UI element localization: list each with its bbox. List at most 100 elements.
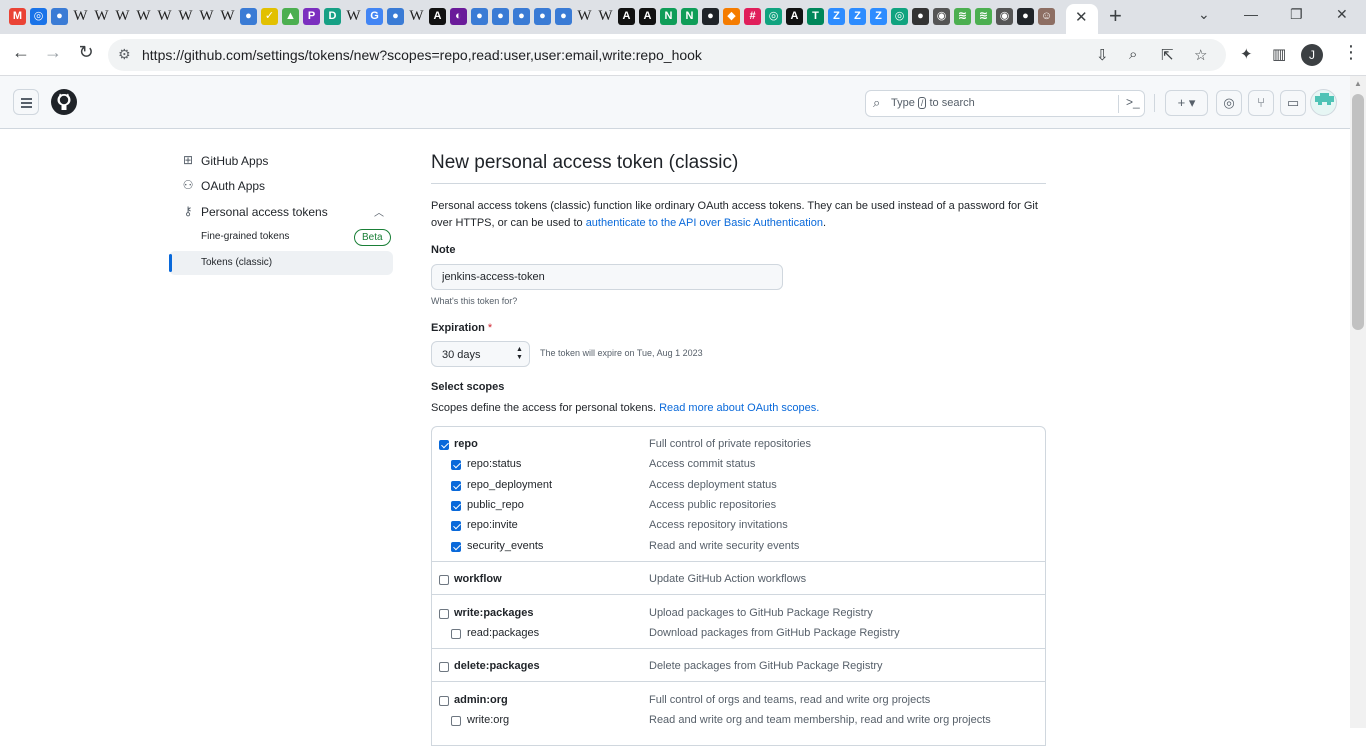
search-input[interactable]: ⌕ Type / to search >_ [865, 90, 1145, 117]
app-tab-icon[interactable]: ● [492, 8, 509, 25]
note-input[interactable] [431, 264, 783, 290]
google-tab-icon[interactable]: G [366, 8, 383, 25]
install-app-icon[interactable]: ⇩ [1096, 46, 1109, 64]
app-tab-icon[interactable]: A [618, 8, 635, 25]
app-tab-icon[interactable]: ◐ [450, 8, 467, 25]
scope-name[interactable]: security_events [467, 540, 543, 552]
scope-name[interactable]: admin:org [454, 694, 508, 706]
scope-name[interactable]: workflow [454, 573, 502, 585]
wiki-tab-icon[interactable]: W [198, 8, 215, 25]
app-tab-icon[interactable]: ● [534, 8, 551, 25]
scope-checkbox[interactable] [451, 501, 461, 511]
scope-name[interactable]: delete:packages [454, 660, 540, 672]
url-text[interactable]: https://github.com/settings/tokens/new?s… [142, 47, 702, 63]
app-tab-icon[interactable]: ◉ [996, 8, 1013, 25]
wiki-tab-icon[interactable]: W [177, 8, 194, 25]
scope-checkbox[interactable] [451, 460, 461, 470]
scope-name[interactable]: public_repo [467, 499, 524, 511]
app-tab-icon[interactable]: ☺ [1038, 8, 1055, 25]
scope-checkbox[interactable] [451, 629, 461, 639]
app-tab-icon[interactable]: A [639, 8, 656, 25]
basic-auth-link[interactable]: authenticate to the API over Basic Authe… [586, 217, 823, 229]
wiki-tab-icon[interactable]: W [576, 8, 593, 25]
scope-checkbox[interactable] [439, 696, 449, 706]
active-tab[interactable]: ✕ [1066, 4, 1098, 34]
wiki-tab-icon[interactable]: W [219, 8, 236, 25]
inbox-icon[interactable]: ▭ [1280, 90, 1306, 116]
create-new-button[interactable]: + ▾ [1165, 90, 1208, 116]
scope-checkbox[interactable] [439, 662, 449, 672]
address-bar[interactable]: ⚙ https://github.com/settings/tokens/new… [108, 39, 1226, 71]
app-tab-icon[interactable]: A [786, 8, 803, 25]
oauth-scopes-link[interactable]: Read more about OAuth scopes. [659, 402, 819, 414]
app-tab-icon[interactable]: ● [240, 8, 257, 25]
app-tab-icon[interactable]: ● [513, 8, 530, 25]
tab-search-icon[interactable]: ⌄ [1198, 6, 1210, 23]
new-tab-button[interactable]: + [1109, 3, 1122, 29]
issues-icon[interactable]: ◎ [1216, 90, 1242, 116]
restore-icon[interactable]: ❐ [1290, 6, 1303, 23]
sidebar-item-oauth-apps[interactable]: ⚇ OAuth Apps [169, 174, 393, 198]
reload-icon[interactable]: ↻ [73, 42, 99, 63]
github-tab-icon[interactable]: ● [1017, 8, 1034, 25]
app-tab-icon[interactable]: # [744, 8, 761, 25]
scope-name[interactable]: repo:invite [467, 519, 518, 531]
app-tab-icon[interactable]: D [324, 8, 341, 25]
close-tab-icon[interactable]: ✕ [1075, 8, 1088, 26]
app-tab-icon[interactable]: ● [471, 8, 488, 25]
app-tab-icon[interactable]: N [660, 8, 677, 25]
sidebar-item-github-apps[interactable]: ⊞ GitHub Apps [169, 149, 393, 173]
app-tab-icon[interactable]: T [807, 8, 824, 25]
app-tab-icon[interactable]: ● [912, 8, 929, 25]
app-tab-icon[interactable]: P [303, 8, 320, 25]
menu-icon[interactable] [13, 89, 39, 115]
bookmark-star-icon[interactable]: ☆ [1194, 46, 1207, 64]
expiration-select[interactable]: 30 days ▲ ▼ [431, 341, 530, 367]
circle-tab-icon[interactable]: ◎ [30, 8, 47, 25]
pull-requests-icon[interactable]: ⑂ [1248, 90, 1274, 116]
scope-checkbox[interactable] [451, 716, 461, 726]
sidebar-item-tokens-classic[interactable]: Tokens (classic) [169, 251, 393, 275]
scope-checkbox[interactable] [451, 542, 461, 552]
scope-checkbox[interactable] [439, 609, 449, 619]
wiki-tab-icon[interactable]: W [135, 8, 152, 25]
app-tab-icon[interactable]: ≋ [954, 8, 971, 25]
extensions-icon[interactable]: ✦ [1240, 45, 1253, 63]
app-tab-icon[interactable]: ◎ [891, 8, 908, 25]
zoom-icon[interactable]: ⌕ [1129, 46, 1137, 63]
app-tab-icon[interactable]: ◆ [723, 8, 740, 25]
profile-avatar[interactable]: J [1301, 44, 1323, 66]
scope-name[interactable]: write:org [467, 714, 509, 726]
side-panel-icon[interactable]: ▥ [1272, 45, 1286, 63]
wiki-tab-icon[interactable]: W [345, 8, 362, 25]
leaf-tab-icon[interactable]: ▲ [282, 8, 299, 25]
scope-name[interactable]: write:packages [454, 607, 533, 619]
app-tab-icon[interactable]: ● [555, 8, 572, 25]
wiki-tab-icon[interactable]: W [408, 8, 425, 25]
site-info-icon[interactable]: ⚙ [118, 46, 131, 63]
app-tab-icon[interactable]: A [429, 8, 446, 25]
wiki-tab-icon[interactable]: W [156, 8, 173, 25]
gmail-tab-icon[interactable]: M [9, 8, 26, 25]
user-avatar[interactable] [1310, 89, 1337, 116]
scope-name[interactable]: repo [454, 438, 478, 450]
wiki-tab-icon[interactable]: W [72, 8, 89, 25]
scope-checkbox[interactable] [451, 481, 461, 491]
close-window-icon[interactable]: ✕ [1336, 6, 1348, 23]
app-tab-icon[interactable]: N [681, 8, 698, 25]
scrollbar-thumb[interactable] [1352, 94, 1364, 330]
chrome-menu-icon[interactable]: ⋮ [1342, 42, 1360, 63]
app-tab-icon[interactable]: Z [828, 8, 845, 25]
app-tab-icon[interactable]: ◉ [933, 8, 950, 25]
wiki-tab-icon[interactable]: W [114, 8, 131, 25]
forward-icon[interactable]: → [40, 42, 66, 63]
app-tab-icon[interactable]: ≋ [975, 8, 992, 25]
scope-checkbox[interactable] [439, 575, 449, 585]
scope-name[interactable]: read:packages [467, 627, 539, 639]
minimize-icon[interactable]: — [1244, 6, 1258, 22]
scroll-up-icon[interactable]: ▲ [1354, 79, 1362, 88]
scope-name[interactable]: repo:status [467, 458, 521, 470]
app-tab-icon[interactable]: ● [51, 8, 68, 25]
sidebar-item-personal-access-tokens[interactable]: ⚷ Personal access tokens [169, 200, 393, 224]
back-icon[interactable]: ← [8, 42, 34, 63]
